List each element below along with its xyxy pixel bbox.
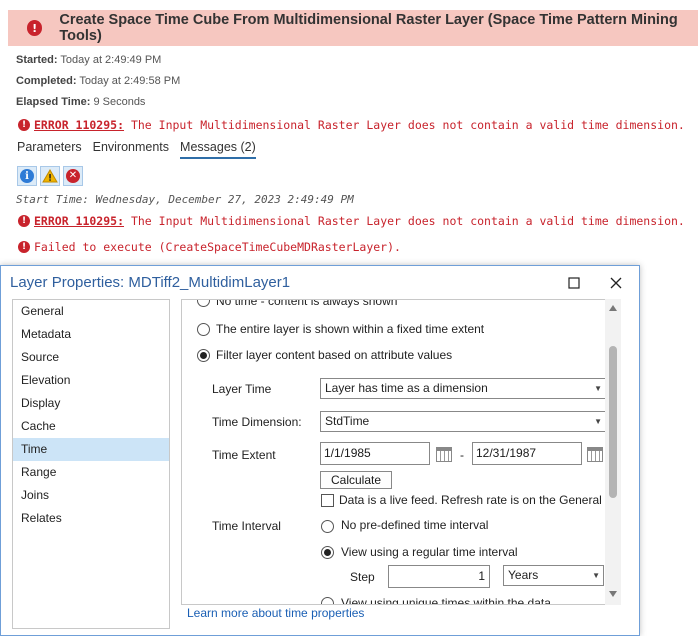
elapsed-value: 9 Seconds	[93, 96, 146, 108]
radio-filter-attribute[interactable]	[197, 349, 210, 362]
nav-item-range[interactable]: Range	[13, 461, 169, 484]
extent-end-input[interactable]: 12/31/1987	[472, 442, 582, 465]
failed-line: ! Failed to execute (CreateSpaceTimeCube…	[18, 240, 401, 254]
elapsed-line: Elapsed Time: 9 Seconds	[16, 96, 145, 108]
error-x-icon: ✕	[66, 169, 80, 183]
radio-no-time[interactable]	[197, 300, 210, 307]
maximize-button[interactable]	[563, 272, 585, 294]
radio-no-interval[interactable]	[321, 520, 334, 533]
error-message: The Input Multidimensional Raster Layer …	[130, 118, 685, 132]
scroll-up-icon[interactable]	[609, 305, 617, 311]
nav-item-joins[interactable]: Joins	[13, 484, 169, 507]
live-feed-label: Data is a live feed. Refresh rate is on …	[339, 493, 621, 507]
nav-item-cache[interactable]: Cache	[13, 415, 169, 438]
nav-item-general[interactable]: General	[13, 300, 169, 323]
step-label: Step	[350, 570, 375, 584]
error-icon: !	[18, 215, 30, 227]
error-icon: !	[18, 119, 30, 131]
filter-warning-button[interactable]	[40, 166, 60, 186]
filter-info-button[interactable]: i	[17, 166, 37, 186]
tab-messages[interactable]: Messages (2)	[180, 140, 256, 159]
nav-item-elevation[interactable]: Elevation	[13, 369, 169, 392]
layer-time-value: Layer has time as a dimension	[325, 381, 488, 395]
error-icon: !	[18, 241, 30, 253]
step-unit-value: Years	[508, 568, 539, 582]
scroll-thumb[interactable]	[609, 346, 617, 498]
completed-label: Completed:	[16, 75, 77, 87]
nav-item-relates[interactable]: Relates	[13, 507, 169, 530]
time-dimension-label: Time Dimension:	[212, 415, 302, 429]
error-code-link[interactable]: ERROR 110295:	[34, 118, 124, 132]
calculate-button[interactable]: Calculate	[320, 471, 392, 489]
filter-error-button[interactable]: ✕	[63, 166, 83, 186]
radio-regular-interval-label: View using a regular time interval	[341, 545, 518, 559]
gp-result-header: ! Create Space Time Cube From Multidimen…	[8, 10, 698, 46]
started-label: Started:	[16, 54, 58, 66]
radio-no-interval-label: No pre-defined time interval	[341, 518, 489, 532]
time-extent-label: Time Extent	[212, 448, 276, 462]
nav-item-time[interactable]: Time	[13, 438, 169, 461]
step-value-input[interactable]: 1	[388, 565, 490, 588]
scroll-down-icon[interactable]	[609, 591, 617, 597]
nav-item-metadata[interactable]: Metadata	[13, 323, 169, 346]
warning-icon	[42, 169, 58, 183]
time-dimension-dropdown[interactable]: StdTime ▼	[320, 411, 606, 432]
tool-title: Create Space Time Cube From Multidimensi…	[59, 12, 678, 44]
calendar-icon[interactable]	[436, 447, 452, 462]
message-filters: i ✕	[17, 166, 83, 186]
started-value: Today at 2:49:49 PM	[60, 54, 162, 66]
maximize-icon	[568, 277, 580, 289]
message-error-line: ! ERROR 110295: The Input Multidimension…	[18, 214, 685, 228]
radio-fixed-extent[interactable]	[197, 323, 210, 336]
radio-filter-attribute-label: Filter layer content based on attribute …	[216, 348, 453, 362]
start-time-message: Start Time: Wednesday, December 27, 2023…	[16, 193, 354, 206]
radio-regular-interval[interactable]	[321, 546, 334, 559]
properties-nav: General Metadata Source Elevation Displa…	[12, 299, 170, 629]
extent-dash: -	[460, 448, 464, 462]
tab-environments[interactable]: Environments	[93, 140, 169, 159]
layer-properties-dialog: Layer Properties: MDTiff2_MultidimLayer1…	[0, 265, 640, 636]
completed-value: Today at 2:49:58 PM	[79, 75, 181, 87]
chevron-down-icon: ▼	[594, 417, 602, 426]
nav-item-display[interactable]: Display	[13, 392, 169, 415]
tab-parameters[interactable]: Parameters	[17, 140, 82, 159]
started-line: Started: Today at 2:49:49 PM	[16, 54, 161, 66]
radio-no-time-label: No time - content is always shown	[216, 299, 398, 308]
dialog-title: Layer Properties: MDTiff2_MultidimLayer1	[10, 274, 291, 291]
time-interval-label: Time Interval	[212, 519, 281, 533]
chevron-down-icon: ▼	[594, 384, 602, 393]
error-code-link[interactable]: ERROR 110295:	[34, 214, 124, 228]
chevron-down-icon: ▼	[592, 571, 600, 580]
step-unit-dropdown[interactable]: Years ▼	[503, 565, 604, 586]
completed-line: Completed: Today at 2:49:58 PM	[16, 75, 180, 87]
time-dimension-value: StdTime	[325, 414, 370, 428]
layer-time-label: Layer Time	[212, 382, 272, 396]
info-icon: i	[20, 169, 34, 183]
calendar-icon[interactable]	[587, 447, 603, 462]
summary-error-line: ! ERROR 110295: The Input Multidimension…	[18, 118, 685, 132]
learn-more-link[interactable]: Learn more about time properties	[187, 606, 364, 620]
extent-start-input[interactable]: 1/1/1985	[320, 442, 430, 465]
error-icon: !	[27, 20, 43, 36]
time-settings-panel: No time - content is always shown The en…	[181, 299, 621, 605]
close-button[interactable]	[605, 272, 627, 294]
layer-time-dropdown[interactable]: Layer has time as a dimension ▼	[320, 378, 606, 399]
live-feed-checkbox[interactable]	[321, 494, 334, 507]
content-scrollbar[interactable]	[605, 299, 621, 605]
close-icon	[610, 277, 622, 289]
elapsed-label: Elapsed Time:	[16, 96, 91, 108]
error-message: The Input Multidimensional Raster Layer …	[130, 214, 685, 228]
radio-unique-times[interactable]	[321, 597, 334, 604]
nav-item-source[interactable]: Source	[13, 346, 169, 369]
radio-unique-times-label: View using unique times within the data	[341, 596, 551, 605]
failed-message: Failed to execute (CreateSpaceTimeCubeMD…	[34, 240, 401, 254]
gp-tabs: Parameters Environments Messages (2)	[17, 140, 256, 159]
radio-fixed-extent-label: The entire layer is shown within a fixed…	[216, 322, 485, 336]
